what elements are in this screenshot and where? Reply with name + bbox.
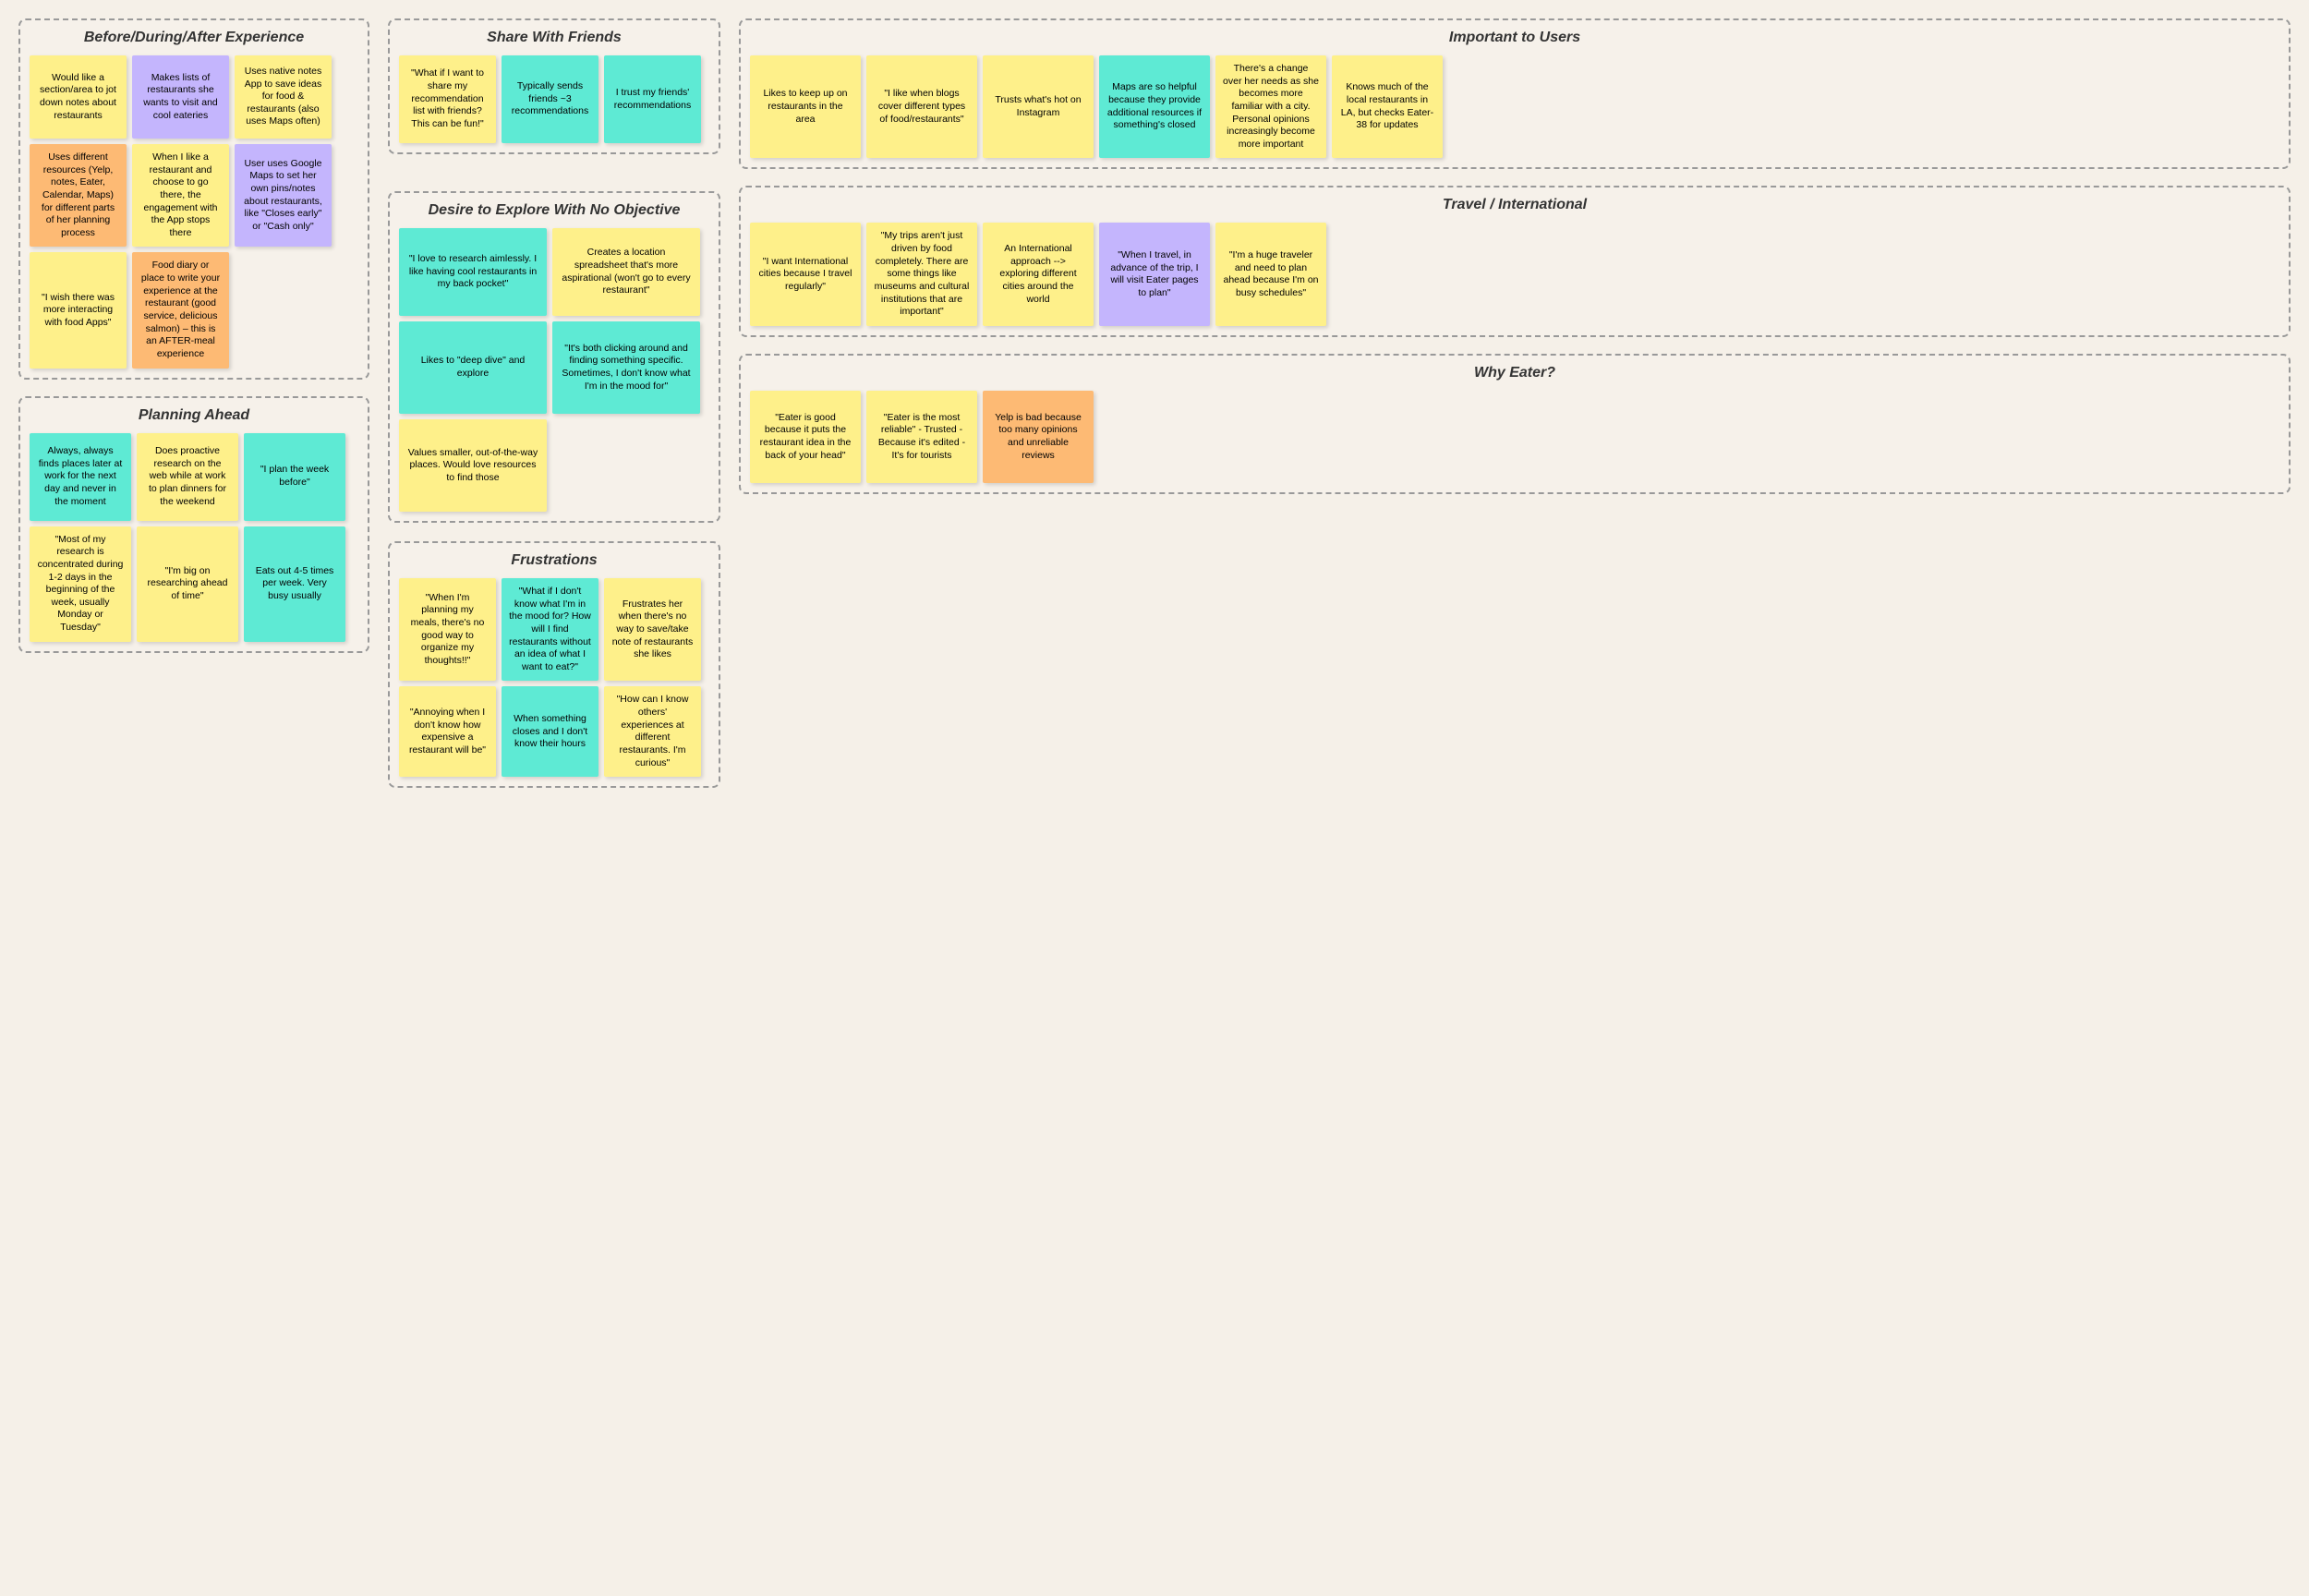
why-eater-title: Why Eater?	[750, 365, 2279, 381]
sticky-2: Makes lists of restaurants she wants to …	[132, 55, 229, 139]
sticky-de-3: Likes to "deep dive" and explore	[399, 321, 547, 414]
sticky-tr-1: "I want International cities because I t…	[750, 223, 861, 325]
sticky-sf-3: I trust my friends' recommendations	[604, 55, 701, 143]
sticky-tr-3: An International approach --> exploring …	[983, 223, 1094, 325]
sticky-fr-5: When something closes and I don't know t…	[502, 686, 598, 777]
frustrations-title: Frustrations	[399, 552, 709, 569]
sticky-3: Uses native notes App to save ideas for …	[235, 55, 332, 139]
sticky-fr-6: "How can I know others' experiences at d…	[604, 686, 701, 777]
sticky-pa-3: "I plan the week before"	[244, 433, 345, 521]
share-friends-grid: "What if I want to share my recommendati…	[399, 55, 709, 143]
planning-ahead-grid: Always, always finds places later at wor…	[30, 433, 358, 642]
sticky-de-5: Values smaller, out-of-the-way places. W…	[399, 419, 547, 512]
important-users-title: Important to Users	[750, 30, 2279, 46]
sticky-iu-1: Likes to keep up on restaurants in the a…	[750, 55, 861, 158]
sticky-4: Uses different resources (Yelp, notes, E…	[30, 144, 127, 247]
sticky-tr-4: "When I travel, in advance of the trip, …	[1099, 223, 1210, 325]
sticky-fr-4: "Annoying when I don't know how expensiv…	[399, 686, 496, 777]
sticky-tr-2: "My trips aren't just driven by food com…	[866, 223, 977, 325]
sticky-iu-2: "I like when blogs cover different types…	[866, 55, 977, 158]
important-users-grid: Likes to keep up on restaurants in the a…	[750, 55, 2279, 158]
sticky-tr-5: "I'm a huge traveler and need to plan ah…	[1215, 223, 1326, 325]
sticky-pa-4: "Most of my research is concentrated dur…	[30, 526, 131, 642]
sticky-we-1: "Eater is good because it puts the resta…	[750, 391, 861, 483]
sticky-5: When I like a restaurant and choose to g…	[132, 144, 229, 247]
before-during-after-grid: Would like a section/area to jot down no…	[30, 55, 358, 369]
sticky-de-2: Creates a location spreadsheet that's mo…	[552, 228, 700, 316]
sticky-7: "I wish there was more interacting with …	[30, 252, 127, 368]
sticky-sf-2: Typically sends friends ~3 recommendatio…	[502, 55, 598, 143]
sticky-de-1: "I love to research aimlessly. I like ha…	[399, 228, 547, 316]
sticky-pa-1: Always, always finds places later at wor…	[30, 433, 131, 521]
sticky-we-3: Yelp is bad because too many opinions an…	[983, 391, 1094, 483]
sticky-8: Food diary or place to write your experi…	[132, 252, 229, 368]
planning-ahead-title: Planning Ahead	[30, 407, 358, 424]
travel-title: Travel / International	[750, 197, 2279, 213]
sticky-iu-5: There's a change over her needs as she b…	[1215, 55, 1326, 158]
sticky-sf-1: "What if I want to share my recommendati…	[399, 55, 496, 143]
sticky-iu-6: Knows much of the local restaurants in L…	[1332, 55, 1443, 158]
sticky-1: Would like a section/area to jot down no…	[30, 55, 127, 139]
travel-grid: "I want International cities because I t…	[750, 223, 2279, 325]
sticky-pa-5: "I'm big on researching ahead of time"	[137, 526, 238, 642]
share-friends-title: Share With Friends	[399, 30, 709, 46]
desire-explore-grid: "I love to research aimlessly. I like ha…	[399, 228, 709, 512]
sticky-pa-2: Does proactive research on the web while…	[137, 433, 238, 521]
sticky-we-2: "Eater is the most reliable" - Trusted -…	[866, 391, 977, 483]
frustrations-grid: "When I'm planning my meals, there's no …	[399, 578, 709, 777]
before-during-after-title: Before/During/After Experience	[30, 30, 358, 46]
sticky-de-4: "It's both clicking around and finding s…	[552, 321, 700, 414]
sticky-fr-3: Frustrates her when there's no way to sa…	[604, 578, 701, 681]
sticky-fr-1: "When I'm planning my meals, there's no …	[399, 578, 496, 681]
sticky-fr-2: "What if I don't know what I'm in the mo…	[502, 578, 598, 681]
sticky-iu-3: Trusts what's hot on Instagram	[983, 55, 1094, 158]
sticky-pa-6: Eats out 4-5 times per week. Very busy u…	[244, 526, 345, 642]
why-eater-grid: "Eater is good because it puts the resta…	[750, 391, 2279, 483]
desire-explore-title: Desire to Explore With No Objective	[399, 202, 709, 219]
sticky-iu-4: Maps are so helpful because they provide…	[1099, 55, 1210, 158]
sticky-6: User uses Google Maps to set her own pin…	[235, 144, 332, 247]
